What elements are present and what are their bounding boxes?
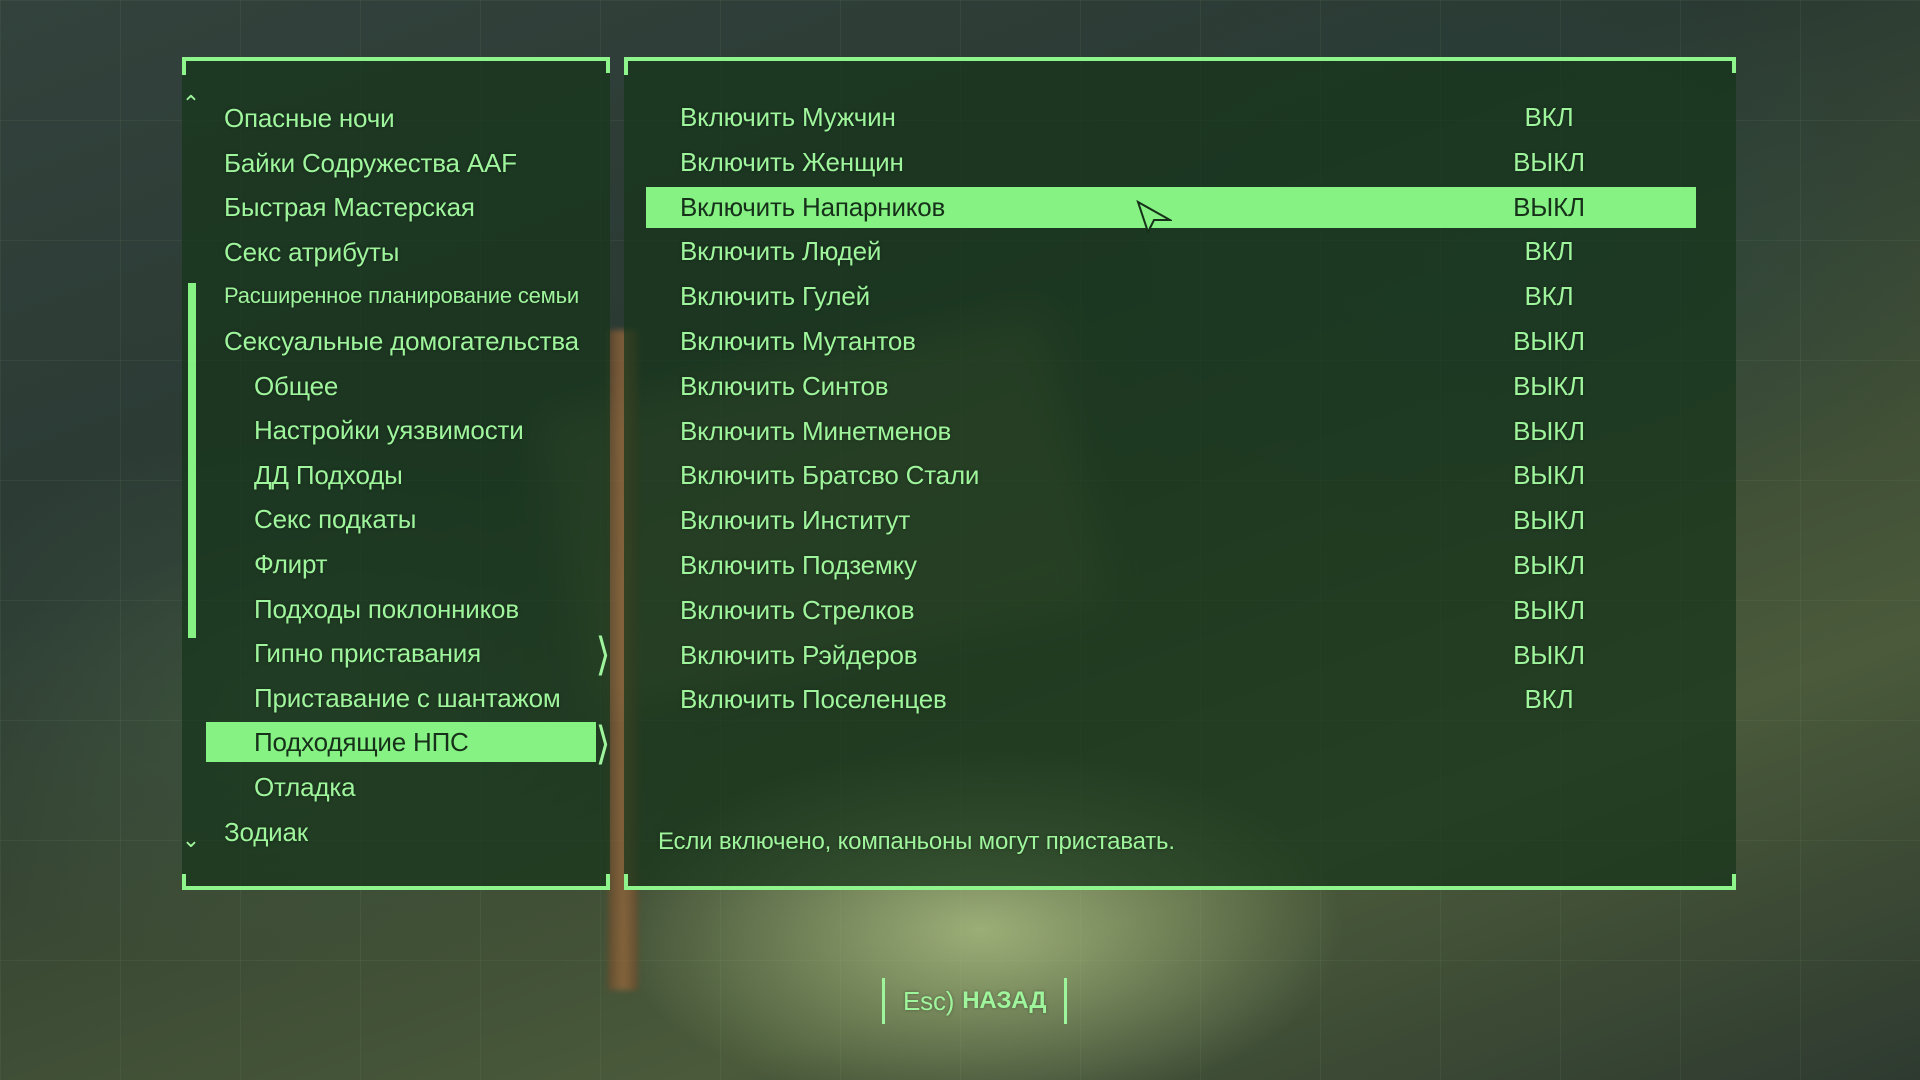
option-label: Включить Женщин — [680, 147, 904, 177]
option-label: Включить Гулей — [680, 281, 870, 311]
option-value-toggle[interactable]: ВЫКЛ — [1494, 142, 1604, 183]
option-value-toggle[interactable]: ВКЛ — [1494, 276, 1604, 317]
option-value-toggle[interactable]: ВКЛ — [1494, 231, 1604, 272]
option-value-toggle[interactable]: ВЫКЛ — [1494, 545, 1604, 586]
option-row[interactable]: Включить Мужчин ВКЛ — [646, 97, 1696, 138]
option-row[interactable]: Включить Мутантов ВЫКЛ — [646, 321, 1696, 362]
option-value-toggle[interactable]: ВЫКЛ — [1494, 411, 1604, 452]
option-value-toggle[interactable]: ВЫКЛ — [1494, 366, 1604, 407]
option-label: Включить Напарников — [680, 192, 946, 222]
option-value-toggle[interactable]: ВКЛ — [1494, 97, 1604, 138]
option-row[interactable]: Включить Институт ВЫКЛ — [646, 500, 1696, 541]
option-label: Включить Поселенцев — [680, 684, 947, 714]
chevron-up-icon: ⌃ — [181, 92, 201, 117]
chevron-down-icon: ⌄ — [181, 828, 201, 853]
back-button[interactable]: Esc) НАЗАД — [882, 978, 1068, 1024]
option-label: Включить Мужчин — [680, 102, 896, 132]
option-value-toggle[interactable]: ВЫКЛ — [1494, 455, 1604, 496]
mod-list-item[interactable]: Подходы поклонников — [254, 589, 519, 629]
mod-list-item[interactable]: Общее — [254, 366, 338, 406]
option-row[interactable]: Включить Синтов ВЫКЛ — [646, 366, 1696, 407]
option-label: Включить Братсво Стали — [680, 460, 980, 490]
option-label: Включить Синтов — [680, 371, 889, 401]
option-label: Включить Мутантов — [680, 326, 916, 356]
mod-list-item[interactable]: Отладка — [254, 767, 356, 807]
panel-corner — [624, 61, 628, 73]
option-row[interactable]: Включить Рэйдеров ВЫКЛ — [646, 635, 1696, 676]
option-row[interactable]: Включить Гулей ВКЛ — [646, 276, 1696, 317]
mod-list-item[interactable]: Подходящие НПС — [206, 722, 596, 762]
back-label: НАЗАД — [962, 987, 1047, 1014]
option-label: Включить Минетменов — [680, 416, 952, 446]
scroll-down-icon[interactable]: ⌄ — [178, 828, 204, 854]
option-row[interactable]: Включить Поселенцев ВКЛ — [646, 679, 1696, 720]
option-row[interactable]: Включить Стрелков ВЫКЛ — [646, 590, 1696, 631]
mod-list-item[interactable]: Зодиак — [224, 812, 308, 852]
scroll-up-icon[interactable]: ⌃ — [178, 92, 204, 118]
option-label: Включить Людей — [680, 236, 882, 266]
mod-list-item[interactable]: Опасные ночи — [224, 98, 395, 138]
option-value-toggle[interactable]: ВЫКЛ — [1494, 635, 1604, 676]
panel-corner — [624, 874, 628, 886]
option-label: Включить Институт — [680, 505, 911, 535]
mod-list-item[interactable]: Гипно приставания — [254, 633, 481, 673]
mod-list-item[interactable]: ДД Подходы — [254, 455, 403, 495]
esc-key-label: Esc) — [903, 986, 955, 1016]
chevron-right-icon: ❭ — [593, 719, 612, 765]
option-label: Включить Подземку — [680, 550, 917, 580]
panel-corner — [182, 874, 186, 886]
option-value-toggle[interactable]: ВЫКЛ — [1494, 187, 1604, 228]
option-row[interactable]: Включить Братсво Стали ВЫКЛ — [646, 455, 1696, 496]
panel-corner — [606, 874, 610, 886]
panel-corner — [606, 61, 610, 73]
option-label: Включить Рэйдеров — [680, 640, 918, 670]
option-value-toggle[interactable]: ВЫКЛ — [1494, 500, 1604, 541]
mod-list-item[interactable]: Секс атрибуты — [224, 232, 399, 272]
option-value-toggle[interactable]: ВКЛ — [1494, 679, 1604, 720]
scrollbar[interactable] — [188, 283, 196, 638]
mod-list-item[interactable]: Настройки уязвимости — [254, 410, 524, 450]
panel-corner — [1732, 61, 1736, 73]
mod-list-item[interactable]: Сексуальные домогательства — [224, 321, 579, 361]
mod-list-item[interactable]: Секс подкаты — [254, 499, 416, 539]
option-value-toggle[interactable]: ВЫКЛ — [1494, 590, 1604, 631]
chevron-right-icon: ❭ — [593, 630, 612, 676]
panel-corner — [182, 61, 186, 73]
mod-list-item[interactable]: Расширенное планирование семьи — [224, 276, 579, 316]
mod-list-item[interactable]: Быстрая Мастерская — [224, 187, 475, 227]
mod-list-item[interactable]: Приставание с шантажом — [254, 678, 561, 718]
mod-list-item[interactable]: Флирт — [254, 544, 328, 584]
option-label: Включить Стрелков — [680, 595, 915, 625]
panel-corner — [1732, 874, 1736, 886]
mod-list-item[interactable]: Байки Содружества AAF — [224, 143, 517, 183]
option-description: Если включено, компаньоны могут пристава… — [658, 828, 1175, 855]
option-row[interactable]: Включить Подземку ВЫКЛ — [646, 545, 1696, 586]
option-row[interactable]: Включить Женщин ВЫКЛ — [646, 142, 1696, 183]
option-row[interactable]: Включить Людей ВКЛ — [646, 231, 1696, 272]
mouse-cursor-icon — [1136, 200, 1172, 234]
option-row[interactable]: Включить Минетменов ВЫКЛ — [646, 411, 1696, 452]
option-value-toggle[interactable]: ВЫКЛ — [1494, 321, 1604, 362]
